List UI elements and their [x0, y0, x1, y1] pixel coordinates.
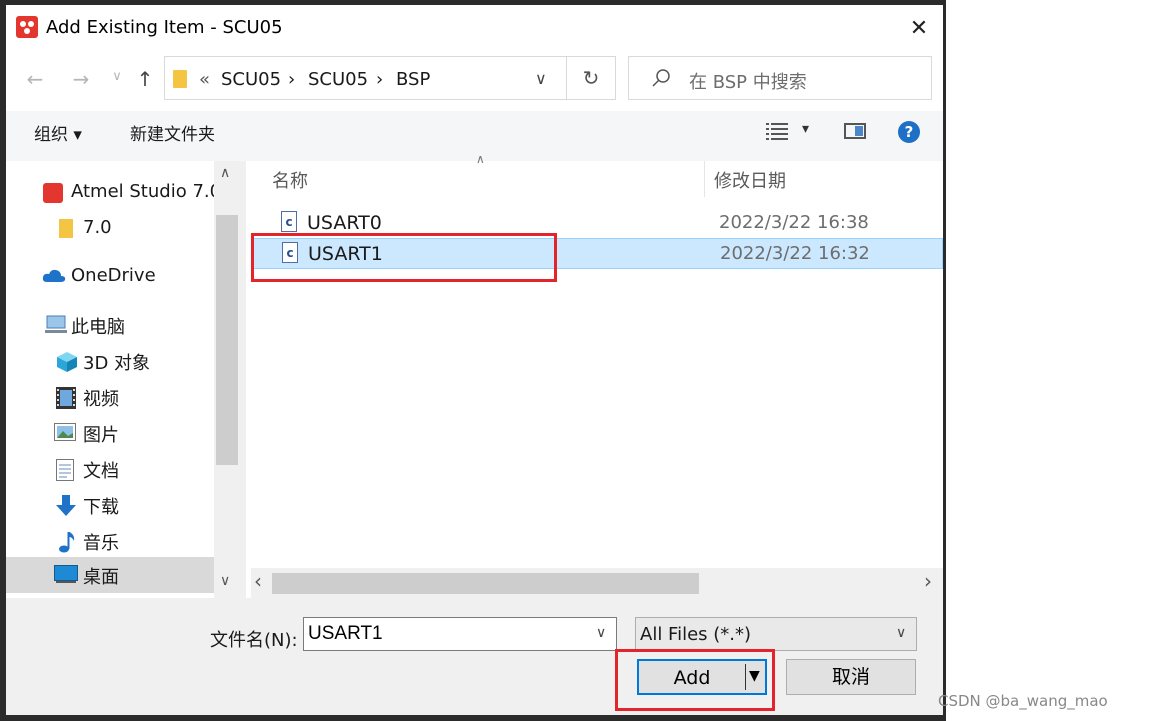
atmel-icon: [43, 183, 63, 203]
breadcrumb-item[interactable]: SCU05: [221, 69, 281, 90]
breadcrumb-item[interactable]: SCU05: [308, 69, 368, 90]
search-box[interactable]: 在 BSP 中搜索: [628, 56, 932, 100]
sidebar-item-label: 3D 对象: [83, 353, 151, 374]
view-options-icon[interactable]: [766, 122, 790, 144]
music-icon: [58, 531, 78, 553]
sidebar-item-label: 音乐: [83, 533, 119, 554]
view-dropdown-icon[interactable]: ▾: [802, 121, 809, 137]
atmel-app-icon: [16, 16, 38, 38]
file-date-modified: 2022/3/22 16:38: [719, 212, 869, 233]
file-type-dropdown-icon: ∨: [896, 625, 907, 641]
cloud-icon: [42, 267, 66, 285]
sidebar-item-label: Atmel Studio 7.0: [71, 181, 222, 202]
sidebar-item-label: 视频: [83, 389, 119, 410]
cube-icon: [56, 351, 77, 372]
window-title: Add Existing Item - SCU05: [46, 17, 283, 38]
sidebar-item-label: 此电脑: [71, 317, 125, 338]
sidebar-item-pictures[interactable]: 图片: [6, 415, 214, 449]
sidebar-item-label: 7.0: [83, 217, 112, 238]
sidebar-item-desktop[interactable]: 桌面: [6, 557, 214, 593]
sidebar-item-label: 图片: [83, 425, 119, 446]
selected-file-highlight-box: [251, 233, 557, 282]
cancel-button[interactable]: 取消: [786, 659, 916, 695]
file-date-modified: 2022/3/22 16:32: [720, 243, 870, 264]
back-arrow-icon[interactable]: ←: [22, 67, 48, 91]
filename-label: 文件名(N):: [210, 630, 298, 651]
new-folder-button[interactable]: 新建文件夹: [130, 120, 215, 145]
forward-arrow-icon[interactable]: →: [68, 67, 94, 91]
sidebar-item-documents[interactable]: 文档: [6, 451, 214, 485]
sidebar-item-atmel-studio[interactable]: Atmel Studio 7.0: [6, 175, 221, 209]
sidebar-item-label: 桌面: [83, 567, 119, 588]
sidebar-item-videos[interactable]: 视频: [6, 379, 214, 413]
column-header-date-modified[interactable]: 修改日期: [714, 167, 786, 193]
sidebar-item-label: OneDrive: [71, 265, 156, 286]
add-button-highlight-box: [615, 649, 775, 711]
scroll-up-icon[interactable]: ∧: [220, 165, 230, 181]
file-type-value: All Files (*.*): [640, 624, 752, 645]
search-placeholder: 在 BSP 中搜索: [689, 72, 807, 93]
add-existing-item-dialog: Add Existing Item - SCU05 ✕ ← → ∨ ↑ « SC…: [0, 0, 946, 721]
up-arrow-icon[interactable]: ↑: [132, 67, 158, 91]
organize-menu-button[interactable]: 组织 ▾: [34, 120, 82, 145]
refresh-icon[interactable]: ↻: [567, 56, 616, 100]
desktop-icon: [54, 565, 78, 583]
navigation-pane: Atmel Studio 7.0 7.0 OneDrive 此电脑 3D 对象: [6, 161, 240, 598]
sidebar-item-downloads[interactable]: 下载: [6, 487, 214, 521]
filename-dropdown-icon[interactable]: ∨: [596, 625, 606, 641]
recent-locations-chevron-icon[interactable]: ∨: [104, 69, 130, 84]
scroll-left-icon[interactable]: ‹: [254, 569, 262, 593]
close-icon[interactable]: ✕: [904, 15, 934, 43]
column-header-name[interactable]: 名称: [272, 167, 308, 193]
video-icon: [56, 387, 76, 409]
sidebar-item-this-pc[interactable]: 此电脑: [6, 307, 214, 341]
scroll-down-icon[interactable]: ∨: [220, 573, 230, 589]
c-source-file-icon: c: [281, 211, 297, 232]
breadcrumb-item[interactable]: BSP: [396, 69, 430, 90]
column-divider[interactable]: [704, 161, 705, 197]
preview-pane-icon[interactable]: [844, 123, 866, 139]
watermark-text: CSDN @ba_wang_mao: [938, 692, 1108, 710]
scroll-right-icon[interactable]: ›: [924, 569, 932, 593]
filename-input[interactable]: [303, 617, 617, 651]
download-icon: [56, 495, 76, 516]
breadcrumb-overflow[interactable]: «: [199, 69, 210, 90]
search-icon: [651, 68, 671, 92]
breadcrumb-separator[interactable]: ›: [376, 69, 383, 90]
sidebar-item-label: 下载: [83, 497, 119, 518]
sort-ascending-icon: ∧: [476, 152, 485, 166]
file-type-select[interactable]: All Files (*.*) ∨: [635, 617, 917, 651]
help-icon[interactable]: ?: [898, 121, 920, 143]
file-name: USART0: [307, 212, 382, 234]
address-bar[interactable]: « SCU05 › SCU05 › BSP ∨: [164, 56, 567, 100]
breadcrumb-separator[interactable]: ›: [288, 69, 295, 90]
folder-icon: [59, 219, 73, 238]
folder-icon: [173, 70, 187, 88]
sidebar-item-onedrive[interactable]: OneDrive: [6, 259, 214, 293]
computer-icon: [44, 315, 67, 333]
horizontal-scrollbar-thumb[interactable]: [272, 573, 699, 594]
sidebar-item-label: 文档: [83, 461, 119, 482]
sidebar-item-music[interactable]: 音乐: [6, 523, 214, 557]
pictures-icon: [54, 423, 76, 441]
sidebar-item-7-0-folder[interactable]: 7.0: [6, 211, 214, 245]
document-icon: [56, 459, 76, 481]
sidebar-scrollbar-thumb[interactable]: [216, 215, 238, 465]
sidebar-item-3d-objects[interactable]: 3D 对象: [6, 343, 214, 377]
address-dropdown-icon[interactable]: ∨: [535, 69, 547, 88]
